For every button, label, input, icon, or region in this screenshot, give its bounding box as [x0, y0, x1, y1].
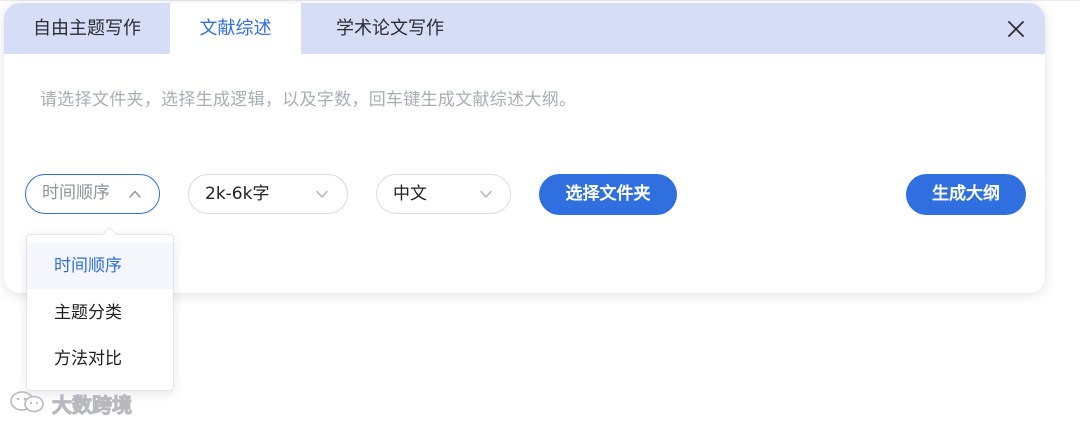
- close-icon: [1008, 21, 1024, 37]
- language-value: 中文: [393, 184, 427, 204]
- order-select-placeholder: 时间顺序: [42, 183, 110, 203]
- order-dropdown-menu: 时间顺序 主题分类 方法对比: [26, 226, 174, 391]
- word-count-value: 2k-6k字: [205, 184, 270, 204]
- background-divider: [0, 0, 1080, 1]
- generate-outline-button[interactable]: 生成大纲: [906, 174, 1026, 215]
- dropdown-option-chronological[interactable]: 时间顺序: [27, 243, 173, 289]
- page: 自由主题写作 文献综述 学术论文写作 请选择文件夹，选择生成逻辑，以及字数，回车…: [0, 0, 1080, 422]
- close-button[interactable]: [1004, 17, 1028, 41]
- instruction-hint: 请选择文件夹，选择生成逻辑，以及字数，回车键生成文献综述大纲。: [40, 90, 577, 110]
- choose-folder-button[interactable]: 选择文件夹: [539, 174, 677, 215]
- word-count-select[interactable]: 2k-6k字: [188, 174, 348, 214]
- dropdown-option-method-comparison[interactable]: 方法对比: [27, 336, 173, 382]
- chevron-down-icon: [316, 190, 328, 198]
- tab-literature-review[interactable]: 文献综述: [170, 3, 301, 54]
- chevron-down-icon: [480, 190, 492, 198]
- wechat-logo-icon: [10, 391, 44, 413]
- chevron-up-icon: [129, 190, 141, 198]
- tab-bar: 自由主题写作 文献综述 学术论文写作: [4, 3, 1045, 54]
- order-select[interactable]: 时间顺序: [25, 174, 160, 214]
- tab-academic-paper-writing[interactable]: 学术论文写作: [301, 3, 479, 54]
- tab-free-topic-writing[interactable]: 自由主题写作: [4, 3, 170, 54]
- language-select[interactable]: 中文: [376, 174, 511, 214]
- dropdown-option-topic-classification[interactable]: 主题分类: [27, 290, 173, 336]
- watermark-text: 大数跨境: [52, 393, 133, 418]
